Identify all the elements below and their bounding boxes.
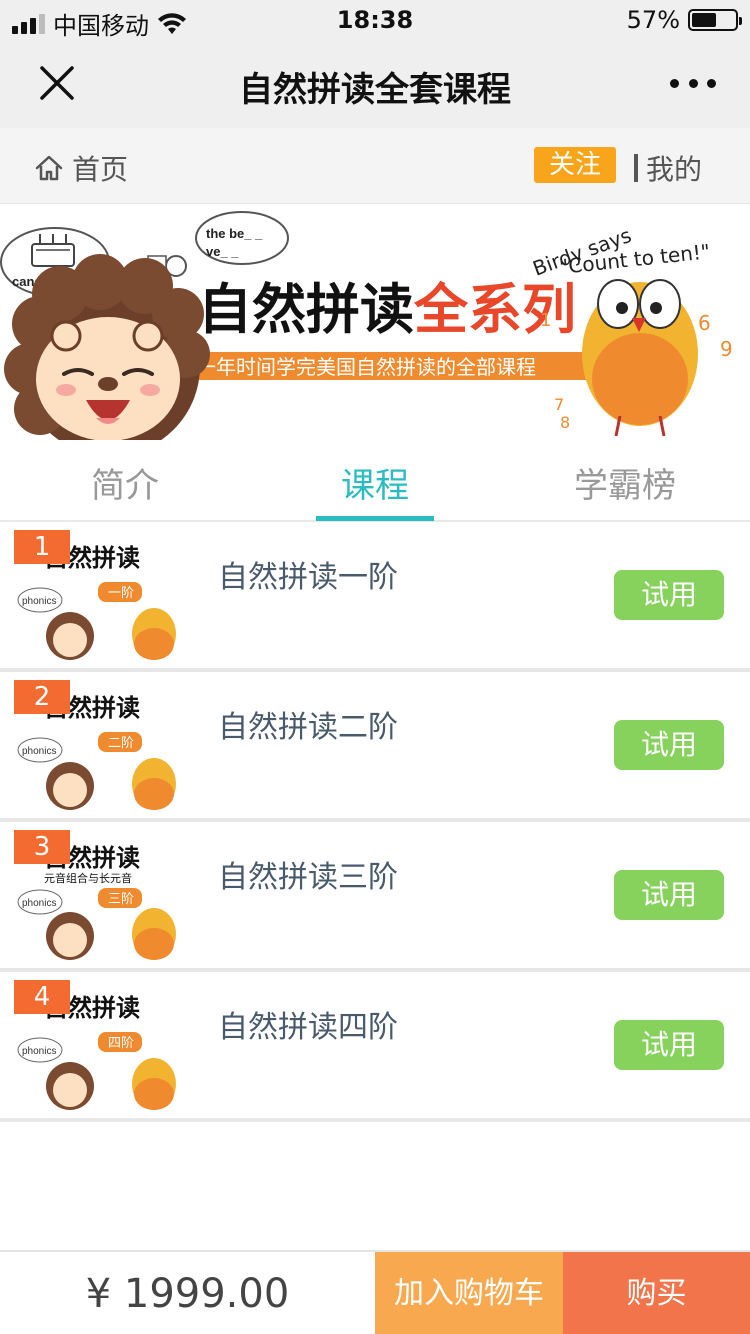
bird-illustration <box>582 279 698 437</box>
price-label: ¥ 1999.00 <box>85 1271 290 1317</box>
buy-button[interactable]: 购买 <box>563 1252 750 1334</box>
svg-text:phonics: phonics <box>22 898 56 909</box>
tab-courses[interactable]: 课程 <box>250 458 500 507</box>
try-button[interactable]: 试用 <box>614 570 724 620</box>
svg-text:phonics: phonics <box>22 596 56 607</box>
course-index-badge: 3 <box>14 830 70 864</box>
nav-bar: 自然拼读全套课程 <box>0 40 750 128</box>
course-title[interactable]: 自然拼读二阶 <box>218 702 398 746</box>
banner-number: 1 <box>540 310 551 331</box>
try-button[interactable]: 试用 <box>614 1020 724 1070</box>
bubble-mid-line1: the be_ _ <box>206 226 263 241</box>
add-to-cart-button[interactable]: 加入购物车 <box>375 1252 563 1334</box>
banner-art: candles burning the be_ _ ve_ _ 一年时间学完美国… <box>0 211 733 440</box>
follow-button[interactable]: 关注 <box>534 147 616 183</box>
svg-text:二阶: 二阶 <box>108 736 134 751</box>
bottom-action-bar: ¥ 1999.00 加入购物车 购买 <box>0 1250 750 1334</box>
banner-subtitle: 一年时间学完美国自然拼读的全部课程 <box>196 355 536 379</box>
svg-text:元音组合与长元音: 元音组合与长元音 <box>44 871 132 885</box>
list-item[interactable]: 自然拼读 元音组合与长元音 三阶 phonics 3 自然拼读三阶 试用 <box>0 822 750 972</box>
home-link[interactable]: 首页 <box>34 148 128 188</box>
page-title: 自然拼读全套课程 <box>239 70 511 110</box>
banner-title-orange: 全系列 <box>413 278 576 341</box>
svg-text:phonics: phonics <box>22 746 56 757</box>
banner-number: 6 <box>698 311 711 335</box>
sub-nav: 首页 关注 我的 <box>0 128 750 204</box>
svg-text:四阶: 四阶 <box>108 1036 134 1051</box>
home-label: 首页 <box>72 153 129 186</box>
tab-leaderboard[interactable]: 学霸榜 <box>500 458 750 507</box>
course-index-badge: 4 <box>14 980 70 1014</box>
divider <box>634 154 638 182</box>
banner-number: 8 <box>560 413 570 432</box>
battery-percent: 57% <box>626 6 680 34</box>
svg-text:一阶: 一阶 <box>108 586 134 601</box>
mine-link[interactable]: 我的 <box>634 148 702 188</box>
banner-number: 9 <box>720 337 733 361</box>
tab-intro[interactable]: 简介 <box>0 458 250 507</box>
list-item[interactable]: 自然拼读 二阶 phonics 2 自然拼读二阶 试用 <box>0 672 750 822</box>
course-title[interactable]: 自然拼读一阶 <box>218 552 398 596</box>
mine-label: 我的 <box>646 153 703 186</box>
banner-title: 自然拼读全系列 <box>198 278 576 341</box>
list-item[interactable]: 自然拼读 四阶 phonics 4 自然拼读四阶 试用 <box>0 972 750 1122</box>
list-item[interactable]: 自然拼读 一阶 phonics 1 自然拼读一阶 试用 <box>0 522 750 672</box>
lion-illustration <box>4 254 210 440</box>
battery-icon <box>688 9 742 31</box>
tab-bar: 简介 课程 学霸榜 <box>0 440 750 522</box>
status-bar: 中国移动 18:38 57% <box>0 0 750 40</box>
try-button[interactable]: 试用 <box>614 870 724 920</box>
try-button[interactable]: 试用 <box>614 720 724 770</box>
course-banner[interactable]: candles burning the be_ _ ve_ _ 一年时间学完美国… <box>0 204 750 440</box>
home-icon <box>35 155 63 181</box>
banner-title-black: 自然拼读 <box>198 278 414 341</box>
more-dots-icon[interactable] <box>670 70 716 96</box>
svg-text:phonics: phonics <box>22 1046 56 1057</box>
course-index-badge: 1 <box>14 530 70 564</box>
course-title[interactable]: 自然拼读四阶 <box>218 1002 398 1046</box>
course-index-badge: 2 <box>14 680 70 714</box>
banner-number: 7 <box>554 395 564 414</box>
course-title[interactable]: 自然拼读三阶 <box>218 852 398 896</box>
active-tab-indicator <box>316 516 434 521</box>
bubble-mid-line2: ve_ _ <box>206 244 239 259</box>
svg-text:三阶: 三阶 <box>108 892 134 907</box>
status-right: 57% <box>626 6 742 34</box>
